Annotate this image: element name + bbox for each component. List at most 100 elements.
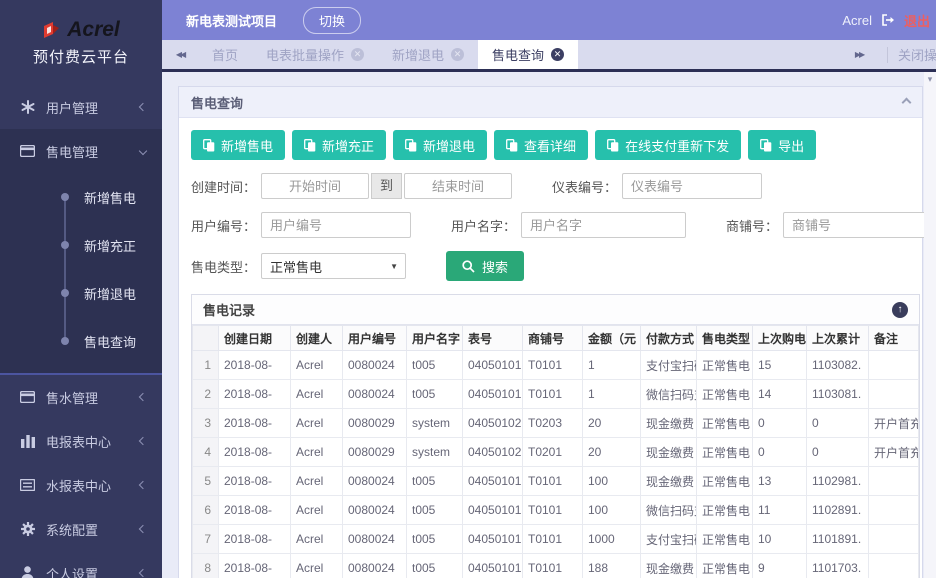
tab-meter-batch-ops[interactable]: 电表批量操作 ✕ — [252, 40, 378, 69]
tabs-scroll-right-icon[interactable]: ▶▶ — [841, 50, 877, 59]
collapse-panel-icon[interactable] — [903, 99, 910, 106]
sidebar: Acrel 预付费云平台 用户管理 — [0, 0, 162, 578]
action-button[interactable]: 新增充正 — [292, 130, 386, 160]
copy-file-icon — [304, 139, 316, 152]
brand-subtitle: 预付费云平台 — [33, 46, 129, 67]
sidebar-subitem[interactable]: 新增退电 — [0, 269, 162, 317]
sidebar-item-personal-settings[interactable]: 个人设置 — [0, 551, 162, 578]
tab-sale-query[interactable]: 售电查询 ✕ — [478, 40, 578, 69]
meter-no-cell: 04050101 — [463, 467, 523, 496]
sidebar-subitem-label: 新增售电 — [84, 188, 136, 207]
sidebar-item-water-sale[interactable]: 售水管理 — [0, 375, 162, 419]
meter-no-input[interactable] — [622, 173, 762, 199]
tab-home[interactable]: 首页 — [198, 40, 252, 69]
user-name-cell: t005 — [407, 554, 463, 578]
user-no-cell: 0080029 — [343, 438, 407, 467]
action-button[interactable]: 新增退电 — [393, 130, 487, 160]
creator-cell: Acrel — [291, 496, 343, 525]
search-icon — [462, 260, 475, 273]
create-date-cell: 2018-08- — [219, 409, 291, 438]
scrollbar-arrow-icon[interactable]: ▾ — [924, 72, 936, 86]
user-name-cell: system — [407, 409, 463, 438]
sidebar-item-system-config[interactable]: 系统配置 — [0, 507, 162, 551]
last-purchase-cell: 9 — [753, 554, 807, 578]
tab-new-refund[interactable]: 新增退电 ✕ — [378, 40, 478, 69]
table-row[interactable]: 3 2018-08- Acrel 0080029 system 04050102… — [193, 409, 919, 438]
sidebar-subitem[interactable]: 新增充正 — [0, 221, 162, 269]
creator-cell: Acrel — [291, 380, 343, 409]
action-button[interactable]: 在线支付重新下发 — [595, 130, 741, 160]
action-button[interactable]: 新增售电 — [191, 130, 285, 160]
table-row[interactable]: 8 2018-08- Acrel 0080024 t005 04050101 T… — [193, 554, 919, 578]
last-purchase-cell: 11 — [753, 496, 807, 525]
users-icon — [20, 100, 35, 115]
switch-project-button[interactable]: 切换 — [303, 7, 361, 34]
query-panel-title: 售电查询 — [191, 93, 243, 112]
sidebar-subitem-label: 新增充正 — [84, 236, 136, 255]
remark-cell: 开户首充值 — [869, 438, 919, 467]
tab-close-icon[interactable]: ✕ — [451, 48, 464, 61]
column-header: 创建人 — [291, 326, 343, 351]
table-row[interactable]: 5 2018-08- Acrel 0080024 t005 04050101 T… — [193, 467, 919, 496]
sidebar-subitem[interactable]: 售电查询 — [0, 317, 162, 365]
table-row[interactable]: 4 2018-08- Acrel 0080029 system 04050102… — [193, 438, 919, 467]
user-name-input[interactable] — [521, 212, 686, 238]
sale-type-value: 正常售电 — [270, 257, 322, 276]
remark-cell — [869, 380, 919, 409]
vertical-scrollbar[interactable]: ▾ — [924, 72, 936, 578]
sidebar-item-label: 售水管理 — [46, 388, 140, 407]
sale-type-select[interactable]: 正常售电 ▼ — [261, 253, 406, 279]
user-no-input[interactable] — [261, 212, 411, 238]
records-table-body: 1 2018-08- Acrel 0080024 t005 04050101 T… — [193, 351, 919, 578]
acrel-logo-icon — [42, 21, 62, 39]
table-row[interactable]: 7 2018-08- Acrel 0080024 t005 04050101 T… — [193, 525, 919, 554]
amount-cell: 20 — [583, 438, 641, 467]
tabs-scroll-left-icon[interactable]: ◀◀ — [162, 40, 198, 69]
sale-type-cell: 正常售电 — [697, 554, 753, 578]
copy-file-icon — [506, 139, 518, 152]
sidebar-item-label: 用户管理 — [46, 98, 140, 117]
user-name-cell: t005 — [407, 351, 463, 380]
shop-no-cell: T0101 — [523, 467, 583, 496]
copy-file-icon — [760, 139, 772, 152]
column-header — [193, 326, 219, 351]
sidebar-item-electricity-reports[interactable]: 电报表中心 — [0, 419, 162, 463]
payment-method-cell: 现金缴费 — [641, 554, 697, 578]
sidebar-item-electricity-sale[interactable]: 售电管理 — [0, 129, 162, 173]
action-button[interactable]: 查看详细 — [494, 130, 588, 160]
table-row[interactable]: 6 2018-08- Acrel 0080024 t005 04050101 T… — [193, 496, 919, 525]
action-button-label: 新增充正 — [322, 136, 374, 155]
form-row-1: 创建时间： 到 仪表编号： — [191, 173, 920, 199]
tab-close-icon[interactable]: ✕ — [351, 48, 364, 61]
bar-chart-icon — [20, 434, 35, 449]
last-purchase-cell: 0 — [753, 409, 807, 438]
payment-method-cell: 现金缴费 — [641, 409, 697, 438]
start-time-input[interactable] — [261, 173, 369, 199]
table-row[interactable]: 2 2018-08- Acrel 0080024 t005 04050101 T… — [193, 380, 919, 409]
end-time-input[interactable] — [404, 173, 512, 199]
shop-no-input[interactable] — [783, 212, 933, 238]
creator-cell: Acrel — [291, 467, 343, 496]
logout-button[interactable]: 退出 — [904, 11, 930, 30]
row-number-cell: 8 — [193, 554, 219, 578]
brand-area: Acrel 预付费云平台 — [0, 0, 162, 85]
sale-type-cell: 正常售电 — [697, 380, 753, 409]
sidebar-subitem[interactable]: 新增售电 — [0, 173, 162, 221]
last-purchase-cell: 14 — [753, 380, 807, 409]
action-button[interactable]: 导出 — [748, 130, 816, 160]
create-time-label: 创建时间： — [191, 177, 256, 196]
column-header: 用户编号 — [343, 326, 407, 351]
payment-method-cell: 微信扫码支付 — [641, 496, 697, 525]
logout-icon[interactable] — [881, 14, 895, 26]
table-row[interactable]: 1 2018-08- Acrel 0080024 t005 04050101 T… — [193, 351, 919, 380]
records-panel-header: 售电记录 ↑ — [192, 295, 919, 325]
sidebar-item-user-management[interactable]: 用户管理 — [0, 85, 162, 129]
search-button[interactable]: 搜索 — [446, 251, 524, 281]
close-operations-menu[interactable]: 关闭操作 — [898, 45, 936, 64]
tab-close-icon[interactable]: ✕ — [551, 48, 564, 61]
amount-cell: 188 — [583, 554, 641, 578]
scroll-to-top-icon[interactable]: ↑ — [892, 302, 908, 318]
meter-no-cell: 04050101 — [463, 380, 523, 409]
sidebar-item-water-reports[interactable]: 水报表中心 — [0, 463, 162, 507]
creator-cell: Acrel — [291, 409, 343, 438]
